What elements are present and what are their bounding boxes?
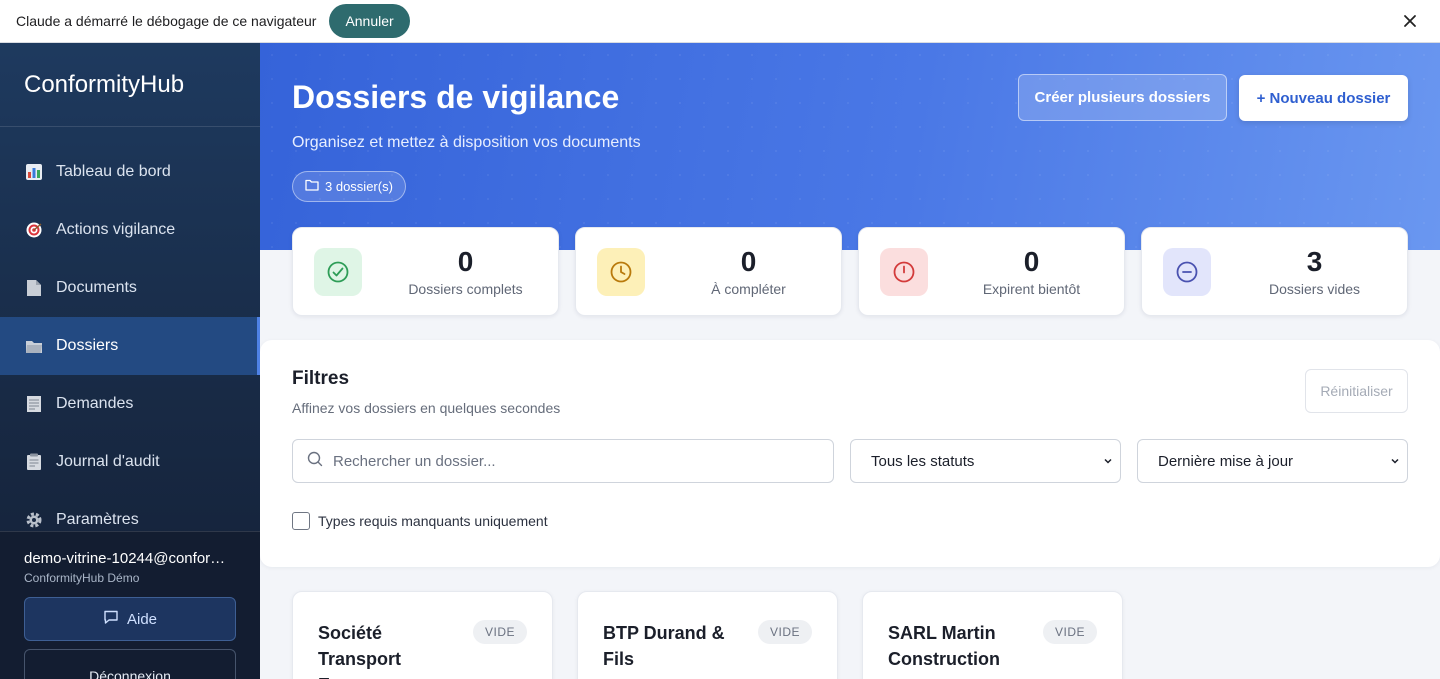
dossier-card[interactable]: Société Transport Express VIDE bbox=[292, 591, 553, 679]
clock-icon bbox=[597, 248, 645, 296]
status-select[interactable]: Tous les statuts bbox=[850, 439, 1121, 483]
chat-icon bbox=[103, 609, 119, 629]
user-email: demo-vitrine-10244@conformityhub.fr bbox=[24, 550, 236, 567]
filters-subtitle: Affinez vos dossiers en quelques seconde… bbox=[292, 400, 561, 416]
document-icon bbox=[24, 278, 44, 298]
sidebar: ConformityHub Tableau de bord Actions vi… bbox=[0, 43, 260, 679]
stat-card-expiring: 0 Expirent bientôt bbox=[858, 227, 1125, 316]
check-circle-icon bbox=[314, 248, 362, 296]
stat-card-empty: 3 Dossiers vides bbox=[1141, 227, 1408, 316]
missing-types-checkbox[interactable] bbox=[292, 512, 310, 530]
stat-card-complete: 0 Dossiers complets bbox=[292, 227, 559, 316]
sort-select-value: Dernière mise à jour bbox=[1158, 452, 1294, 470]
dossier-name: Société Transport Express bbox=[318, 623, 402, 679]
sidebar-nav: Tableau de bord Actions vigilance Docume… bbox=[0, 127, 260, 549]
stat-label: Dossiers vides bbox=[1268, 281, 1361, 297]
receipt-icon bbox=[24, 394, 44, 414]
stat-value: 3 bbox=[1306, 246, 1323, 277]
stat-label: À compléter bbox=[711, 281, 786, 297]
sidebar-item-dashboard[interactable]: Tableau de bord bbox=[0, 143, 260, 201]
sidebar-user-panel: demo-vitrine-10244@conformityhub.fr Conf… bbox=[0, 531, 260, 679]
logout-button[interactable]: Déconnexion bbox=[24, 649, 236, 679]
dossier-card[interactable]: SARL Martin Construction VIDE bbox=[862, 591, 1123, 679]
debug-banner: Claude a démarré le débogage de ce navig… bbox=[0, 0, 1440, 43]
new-dossier-button[interactable]: + Nouveau dossier bbox=[1239, 75, 1408, 121]
create-multiple-button[interactable]: Créer plusieurs dossiers bbox=[1018, 74, 1227, 121]
dossier-count-badge: 3 dossier(s) bbox=[292, 171, 406, 202]
sidebar-item-label: Actions vigilance bbox=[56, 221, 176, 238]
gear-icon bbox=[24, 510, 44, 530]
page-header: Dossiers de vigilance Organisez et mette… bbox=[260, 43, 1440, 250]
main-content: Dossiers de vigilance Organisez et mette… bbox=[260, 43, 1440, 679]
chevron-down-icon bbox=[1389, 454, 1401, 471]
minus-circle-icon bbox=[1163, 248, 1211, 296]
help-label: Aide bbox=[126, 610, 158, 628]
sidebar-item-actions-vigilance[interactable]: Actions vigilance bbox=[0, 201, 260, 259]
dossier-card[interactable]: BTP Durand & Fils VIDE bbox=[577, 591, 838, 679]
sidebar-item-label: Demandes bbox=[56, 395, 134, 412]
search-input[interactable] bbox=[333, 452, 813, 470]
alert-circle-icon bbox=[880, 248, 928, 296]
status-badge: VIDE bbox=[472, 620, 527, 644]
stat-value: 0 bbox=[740, 246, 757, 277]
missing-types-label: Types requis manquants uniquement bbox=[318, 513, 548, 529]
sidebar-item-label: Documents bbox=[56, 279, 137, 296]
stat-card-to-complete: 0 À compléter bbox=[575, 227, 842, 316]
stat-value: 0 bbox=[1023, 246, 1040, 277]
sidebar-item-documents[interactable]: Documents bbox=[0, 259, 260, 317]
filters-title: Filtres bbox=[292, 368, 350, 389]
folder-icon bbox=[24, 336, 44, 356]
sidebar-item-label: Dossiers bbox=[56, 337, 119, 354]
status-select-value: Tous les statuts bbox=[871, 452, 975, 470]
target-icon bbox=[24, 220, 44, 240]
sort-select[interactable]: Dernière mise à jour bbox=[1137, 439, 1408, 483]
debug-message: Claude a démarré le débogage de ce navig… bbox=[16, 13, 317, 29]
stat-label: Expirent bientôt bbox=[982, 281, 1081, 297]
cancel-debug-button[interactable]: Annuler bbox=[329, 4, 410, 38]
sidebar-item-journal-audit[interactable]: Journal d'audit bbox=[0, 433, 260, 491]
close-icon[interactable] bbox=[1398, 9, 1422, 33]
status-badge: VIDE bbox=[1042, 620, 1097, 644]
sidebar-item-label: Paramètres bbox=[56, 511, 139, 528]
search-field[interactable] bbox=[292, 439, 834, 483]
user-organization: ConformityHub Démo bbox=[24, 571, 140, 585]
dossier-name: SARL Martin Construction bbox=[888, 623, 1000, 669]
folder-icon bbox=[305, 179, 319, 194]
stat-label: Dossiers complets bbox=[408, 281, 523, 297]
sidebar-item-label: Journal d'audit bbox=[56, 453, 160, 470]
page-title: Dossiers de vigilance bbox=[292, 79, 620, 115]
stat-value: 0 bbox=[457, 246, 474, 277]
bar-chart-icon bbox=[24, 162, 44, 182]
sidebar-item-label: Tableau de bord bbox=[56, 163, 171, 180]
dossier-count-label: 3 dossier(s) bbox=[325, 179, 393, 194]
help-button[interactable]: Aide bbox=[24, 597, 236, 641]
sidebar-item-dossiers[interactable]: Dossiers bbox=[0, 317, 260, 375]
reset-filters-button[interactable]: Réinitialiser bbox=[1305, 369, 1408, 413]
app-brand[interactable]: ConformityHub bbox=[0, 43, 260, 127]
clipboard-icon bbox=[24, 452, 44, 472]
missing-types-filter[interactable]: Types requis manquants uniquement bbox=[292, 512, 548, 530]
page-subtitle: Organisez et mettez à disposition vos do… bbox=[292, 134, 641, 151]
search-icon bbox=[307, 451, 323, 472]
filters-panel: Filtres Affinez vos dossiers en quelques… bbox=[260, 340, 1440, 567]
chevron-down-icon bbox=[1102, 454, 1114, 471]
status-badge: VIDE bbox=[757, 620, 812, 644]
sidebar-item-demandes[interactable]: Demandes bbox=[0, 375, 260, 433]
dossier-name: BTP Durand & Fils bbox=[603, 623, 725, 669]
